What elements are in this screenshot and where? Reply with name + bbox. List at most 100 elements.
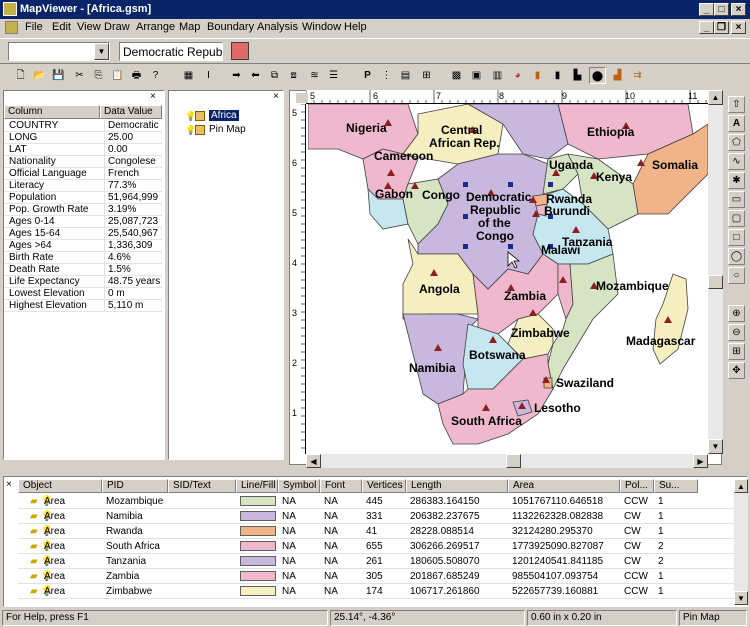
column-header[interactable]: Symbol bbox=[278, 479, 320, 493]
pan-icon[interactable]: ✥ bbox=[728, 362, 745, 379]
table-row[interactable]: ▰ 💡 Area Zambia NA NA 305 201867.685249 9855041… bbox=[18, 569, 734, 584]
fill-swatch[interactable] bbox=[240, 541, 276, 551]
fill-swatch[interactable] bbox=[240, 571, 276, 581]
stack-icon[interactable]: ☰ bbox=[325, 67, 342, 84]
menu-view[interactable]: View bbox=[77, 21, 101, 33]
menu-arrange[interactable]: Arrange bbox=[136, 21, 175, 33]
map-horizontal-scrollbar[interactable]: ◀ ▶ bbox=[306, 454, 708, 468]
property-row[interactable]: Pop. Growth Rate 3.19% bbox=[4, 204, 162, 216]
scroll-up-icon[interactable]: ▲ bbox=[708, 90, 723, 105]
scroll-down-icon[interactable]: ▼ bbox=[708, 439, 723, 454]
flow-icon[interactable]: ⇉ bbox=[629, 67, 646, 84]
tree-item-africa[interactable]: Africa bbox=[209, 110, 239, 121]
property-row[interactable]: Ages 0-14 25,087,723 bbox=[4, 216, 162, 228]
property-row[interactable]: LAT 0.00 bbox=[4, 144, 162, 156]
scroll-left-icon[interactable]: ◀ bbox=[306, 454, 321, 468]
fill-swatch[interactable] bbox=[240, 496, 276, 506]
tree-close-icon[interactable]: × bbox=[273, 91, 279, 102]
menu-analysis[interactable]: Analysis bbox=[257, 21, 298, 33]
circle-tool-icon[interactable]: ○ bbox=[728, 267, 745, 284]
column-header[interactable]: SID/Text bbox=[168, 479, 236, 493]
table-row[interactable]: ▰ 💡 Area Tanzania NA NA 261 180605.508070 12012… bbox=[18, 554, 734, 569]
worksheet-close-icon[interactable]: × bbox=[6, 479, 12, 490]
properties-icon[interactable]: P bbox=[359, 67, 376, 84]
property-row[interactable]: Life Expectancy 48.75 years bbox=[4, 276, 162, 288]
menu-edit[interactable]: Edit bbox=[52, 21, 71, 33]
cut-icon[interactable]: ✂ bbox=[71, 67, 88, 84]
table-row[interactable]: ▰ 💡 Area Namibia NA NA 331 206382.237675 113226… bbox=[18, 509, 734, 524]
zoom-in-icon[interactable]: ⊕ bbox=[728, 305, 745, 322]
column-header[interactable]: PID bbox=[102, 479, 168, 493]
object-id-field[interactable]: Democratic Repub bbox=[119, 42, 223, 61]
rounded-rect-tool-icon[interactable]: ▢ bbox=[728, 210, 745, 227]
column-header[interactable]: Pol... bbox=[620, 479, 654, 493]
property-row[interactable]: Death Rate 1.5% bbox=[4, 264, 162, 276]
polyline-tool-icon[interactable]: ∿ bbox=[728, 153, 745, 170]
table-row[interactable]: ▰ 💡 Area Mozambique NA NA 445 286383.164150 105… bbox=[18, 494, 734, 509]
square-tool-icon[interactable]: □ bbox=[728, 229, 745, 246]
property-row[interactable]: Nationality Congolese bbox=[4, 156, 162, 168]
property-row[interactable]: Literacy 77.3% bbox=[4, 180, 162, 192]
prism-icon[interactable]: ▙ bbox=[569, 67, 586, 84]
column-header[interactable]: Length bbox=[406, 479, 508, 493]
new-icon[interactable]: 🗋 bbox=[12, 67, 29, 84]
open-icon[interactable]: 📂 bbox=[31, 67, 48, 84]
doc-minimize-icon[interactable]: _ bbox=[699, 21, 714, 34]
layer-icon[interactable]: ≋ bbox=[306, 67, 323, 84]
lightbulb-icon[interactable]: 💡 bbox=[185, 111, 196, 121]
close-icon[interactable]: × bbox=[731, 3, 746, 16]
scroll-right-icon[interactable]: ▶ bbox=[693, 454, 708, 468]
color-picker-icon[interactable] bbox=[231, 42, 249, 60]
save-icon[interactable]: 💾 bbox=[50, 67, 67, 84]
fill-swatch[interactable] bbox=[240, 511, 276, 521]
property-row[interactable]: Official Language French bbox=[4, 168, 162, 180]
column-header[interactable]: Su... bbox=[654, 479, 698, 493]
doc-close-icon[interactable]: × bbox=[731, 21, 746, 34]
hscroll-thumb[interactable] bbox=[506, 454, 521, 468]
fill-swatch[interactable] bbox=[240, 556, 276, 566]
stacked-bar-icon[interactable]: ▮ bbox=[549, 67, 566, 84]
fill-swatch[interactable] bbox=[240, 526, 276, 536]
menu-window[interactable]: Window bbox=[302, 21, 341, 33]
column-header[interactable]: Font bbox=[320, 479, 362, 493]
minimize-icon[interactable]: _ bbox=[699, 3, 714, 16]
lightbulb-icon[interactable]: 💡 bbox=[185, 125, 196, 135]
pin-map-icon[interactable]: ⬤ bbox=[589, 67, 606, 84]
property-row[interactable]: Lowest Elevation 0 m bbox=[4, 288, 162, 300]
map-canvas[interactable]: Nigeria Central African Rep. Ethiopia Ca… bbox=[308, 104, 708, 454]
group-icon[interactable]: ⧉ bbox=[266, 67, 283, 84]
layer-combo[interactable]: ▼ bbox=[8, 42, 110, 61]
graduated-icon[interactable]: ▟ bbox=[609, 67, 626, 84]
scroll-thumb[interactable] bbox=[708, 275, 723, 289]
menu-map[interactable]: Map bbox=[179, 21, 200, 33]
menu-file[interactable]: File bbox=[25, 21, 43, 33]
property-row[interactable]: Ages 15-64 25,540,967 bbox=[4, 228, 162, 240]
app-icon[interactable] bbox=[3, 2, 17, 16]
column-header[interactable]: Column bbox=[4, 105, 100, 119]
link-icon[interactable]: ⊞ bbox=[418, 67, 435, 84]
map-icon[interactable]: ▩ bbox=[448, 67, 465, 84]
paste-icon[interactable]: 📋 bbox=[109, 67, 126, 84]
info-icon[interactable]: I bbox=[200, 67, 217, 84]
panel-close-icon[interactable]: × bbox=[150, 91, 156, 102]
menu-boundary[interactable]: Boundary bbox=[207, 21, 254, 33]
property-row[interactable]: Highest Elevation 5,110 m bbox=[4, 300, 162, 312]
property-row[interactable]: COUNTRY Democratic R bbox=[4, 120, 162, 132]
property-row[interactable]: Birth Rate 4.6% bbox=[4, 252, 162, 264]
table-row[interactable]: ▰ 💡 Area Rwanda NA NA 41 28228.088514 32124280.… bbox=[18, 524, 734, 539]
value-header[interactable]: Data Value bbox=[100, 105, 162, 119]
map-vertical-scrollbar[interactable]: ▲ ▼ bbox=[708, 90, 723, 454]
thematic-icon[interactable]: ▣ bbox=[468, 67, 485, 84]
text-tool-icon[interactable]: A bbox=[728, 115, 745, 132]
print-icon[interactable]: 🖶 bbox=[128, 67, 145, 84]
copy-icon[interactable]: ⎘ bbox=[90, 67, 107, 84]
column-header[interactable]: Vertices bbox=[362, 479, 406, 493]
grid-vertical-scrollbar[interactable]: ▲ ▼ bbox=[734, 479, 748, 605]
table-row[interactable]: ▰ 💡 Area Zimbabwe NA NA 174 106717.261860 52265… bbox=[18, 584, 734, 599]
ellipse-tool-icon[interactable]: ◯ bbox=[728, 248, 745, 265]
property-row[interactable]: Population 51,964,999 bbox=[4, 192, 162, 204]
maximize-icon[interactable]: □ bbox=[714, 3, 729, 16]
symbol-tool-icon[interactable]: ✱ bbox=[728, 172, 745, 189]
grid-scroll-up-icon[interactable]: ▲ bbox=[734, 479, 748, 493]
back-icon[interactable]: ⬅ bbox=[247, 67, 264, 84]
